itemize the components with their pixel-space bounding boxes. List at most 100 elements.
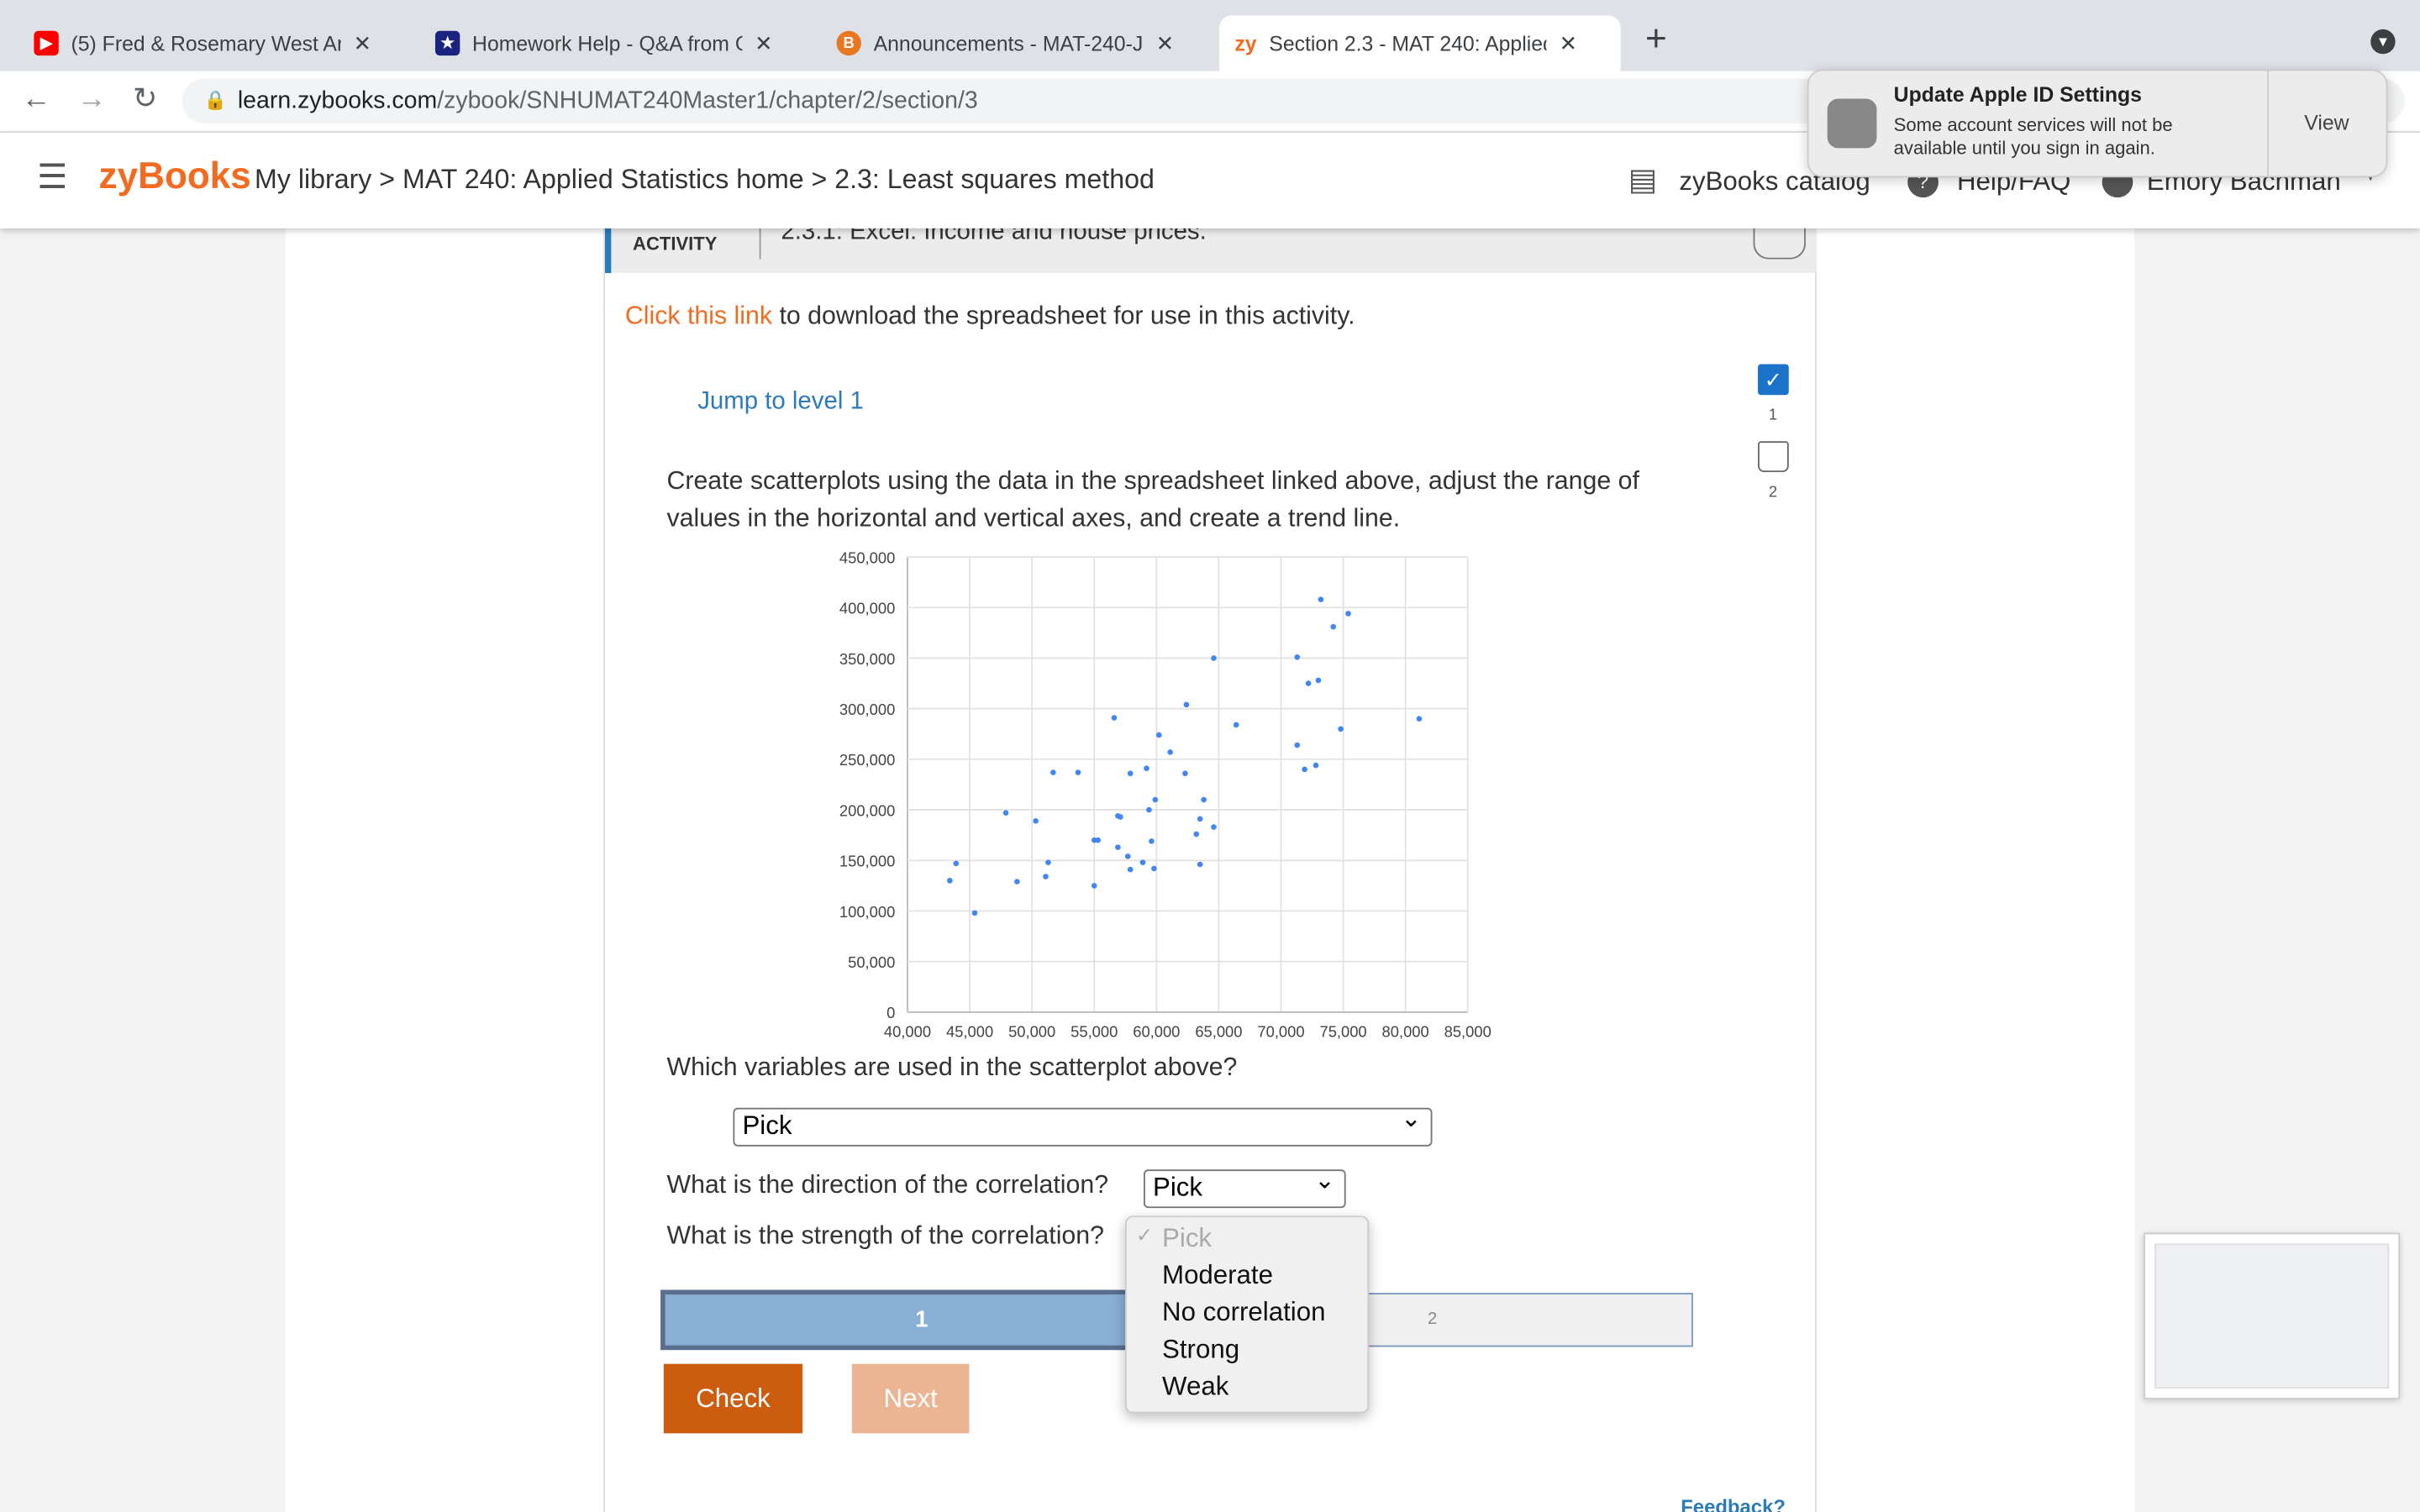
option-weak[interactable]: Weak: [1127, 1372, 1368, 1409]
data-point: [1144, 765, 1150, 772]
reload-icon[interactable]: ↻: [133, 81, 157, 117]
forward-icon[interactable]: →: [77, 83, 107, 117]
check-button[interactable]: Check: [663, 1363, 803, 1434]
data-point: [1045, 859, 1051, 865]
divider: [2267, 71, 2269, 176]
progress-label: 1: [915, 1306, 929, 1333]
data-point: [947, 878, 953, 884]
y-tick-label: 150,000: [839, 853, 895, 870]
question-direction: What is the direction of the correlation…: [666, 1171, 1109, 1200]
checkmark-icon: ✓: [1135, 1223, 1153, 1247]
data-point: [1318, 596, 1324, 602]
level-1-label: 1: [1768, 407, 1778, 425]
data-point: [1294, 742, 1301, 748]
data-point: [1182, 770, 1188, 777]
browser-tab[interactable]: ★ Homework Help - Q&A from Or ✕: [420, 15, 788, 71]
option-no-correlation[interactable]: No correlation: [1127, 1298, 1368, 1335]
screenshot-thumbnail[interactable]: [2144, 1232, 2401, 1399]
browser-tab-active[interactable]: zy Section 2.3 - MAT 240: Applied ✕: [1219, 15, 1621, 71]
x-tick-label: 65,000: [1195, 1022, 1242, 1040]
data-point: [1014, 879, 1020, 885]
activity-prompt: Create scatterplots using the data in th…: [666, 467, 1639, 533]
data-point: [1050, 769, 1056, 775]
url-host: learn.zybooks.com: [237, 87, 438, 114]
tab-title: (5) Fred & Rosemary West And: [71, 31, 341, 55]
browser-tab[interactable]: ▶ (5) Fred & Rosemary West And ✕: [18, 15, 387, 71]
option-pick[interactable]: ✓ Pick: [1127, 1224, 1368, 1261]
data-point: [1416, 716, 1423, 722]
close-tab-icon[interactable]: ✕: [354, 30, 372, 56]
close-tab-icon[interactable]: ✕: [1560, 30, 1578, 56]
question-strength: What is the strength of the correlation?: [666, 1221, 1105, 1250]
data-point: [1095, 837, 1101, 843]
brightspace-icon: B: [836, 30, 861, 56]
level-2-checkbox-icon[interactable]: [1758, 441, 1789, 473]
notification-title: Update Apple ID Settings: [1893, 83, 2142, 107]
feedback-link[interactable]: Feedback?: [1681, 1495, 1786, 1512]
youtube-icon: ▶: [34, 30, 59, 56]
jump-to-level-link[interactable]: Jump to level 1: [697, 389, 864, 417]
y-tick-label: 400,000: [839, 600, 895, 617]
tab-search-icon[interactable]: ▼: [2370, 29, 2396, 55]
y-tick-label: 450,000: [839, 549, 895, 566]
back-icon[interactable]: ←: [22, 83, 51, 117]
notification-view-button[interactable]: View: [2304, 111, 2349, 134]
scatterplot: 40,000 45,000 50,000 55,000 60,000 65,000 70,0…: [839, 549, 1491, 1040]
data-point: [1155, 732, 1162, 738]
data-point: [1127, 770, 1134, 777]
option-moderate[interactable]: Moderate: [1127, 1261, 1368, 1298]
data-point: [1338, 726, 1344, 732]
data-point: [1294, 654, 1301, 660]
data-point: [1115, 844, 1121, 850]
data-point: [953, 860, 960, 867]
data-point: [1124, 853, 1131, 859]
download-text: to download the spreadsheet for use in t…: [772, 302, 1355, 331]
close-tab-icon[interactable]: ✕: [755, 30, 773, 56]
activity-label: ACTIVITY: [633, 233, 718, 255]
data-point: [1315, 677, 1322, 684]
url-path: /zybook/SNHUMAT240Master1/chapter/2/sect…: [437, 87, 978, 114]
tab-title: Homework Help - Q&A from Or: [472, 31, 743, 55]
download-link[interactable]: Click this link: [625, 302, 772, 330]
x-tick-label: 80,000: [1382, 1022, 1429, 1040]
variables-select[interactable]: Pick: [733, 1103, 1433, 1147]
data-point: [1211, 824, 1217, 830]
y-tick-label: 300,000: [839, 701, 895, 718]
x-tick-label: 75,000: [1319, 1022, 1366, 1040]
data-point: [1211, 655, 1217, 661]
data-point: [1033, 818, 1039, 824]
y-tick-label: 0: [886, 1004, 895, 1021]
data-point: [1091, 883, 1097, 889]
browser-tab[interactable]: B Announcements - MAT-240-J5 ✕: [821, 15, 1189, 71]
tab-title: Section 2.3 - MAT 240: Applied: [1269, 31, 1547, 55]
progress-segment-1: 1: [660, 1289, 1134, 1351]
data-point: [1151, 865, 1157, 872]
data-point: [1149, 838, 1155, 844]
data-point: [1111, 715, 1118, 721]
data-point: [1330, 623, 1337, 630]
data-point: [1305, 680, 1312, 686]
data-point: [1197, 816, 1203, 822]
next-button[interactable]: Next: [851, 1363, 970, 1434]
zybooks-logo[interactable]: zyBooks: [99, 156, 251, 199]
notification-body: Some account services will not be availa…: [1893, 113, 2173, 160]
notification-banner[interactable]: Update Apple ID Settings Some account se…: [1807, 69, 2388, 178]
data-point: [1302, 766, 1307, 773]
data-point: [1139, 859, 1146, 865]
bookmark-icon[interactable]: [1753, 225, 1806, 260]
close-tab-icon[interactable]: ✕: [1156, 30, 1175, 56]
y-tick-label: 350,000: [839, 650, 895, 668]
direction-select[interactable]: Pick: [1144, 1165, 1346, 1209]
data-point: [1152, 796, 1159, 803]
new-tab-button[interactable]: +: [1645, 18, 1667, 61]
zybooks-icon: zy: [1234, 31, 1257, 55]
level-1-checkbox-checked-icon[interactable]: ✓: [1758, 364, 1789, 396]
data-point: [1127, 866, 1134, 873]
menu-icon[interactable]: ☰: [37, 157, 67, 197]
data-point: [1167, 749, 1173, 755]
data-point: [1345, 611, 1351, 617]
breadcrumb[interactable]: My library > MAT 240: Applied Statistics…: [255, 164, 1155, 197]
strength-select-menu[interactable]: ✓ Pick Moderate No correlation Strong Wea…: [1124, 1215, 1370, 1414]
data-point: [1183, 701, 1190, 708]
option-strong[interactable]: Strong: [1127, 1335, 1368, 1372]
